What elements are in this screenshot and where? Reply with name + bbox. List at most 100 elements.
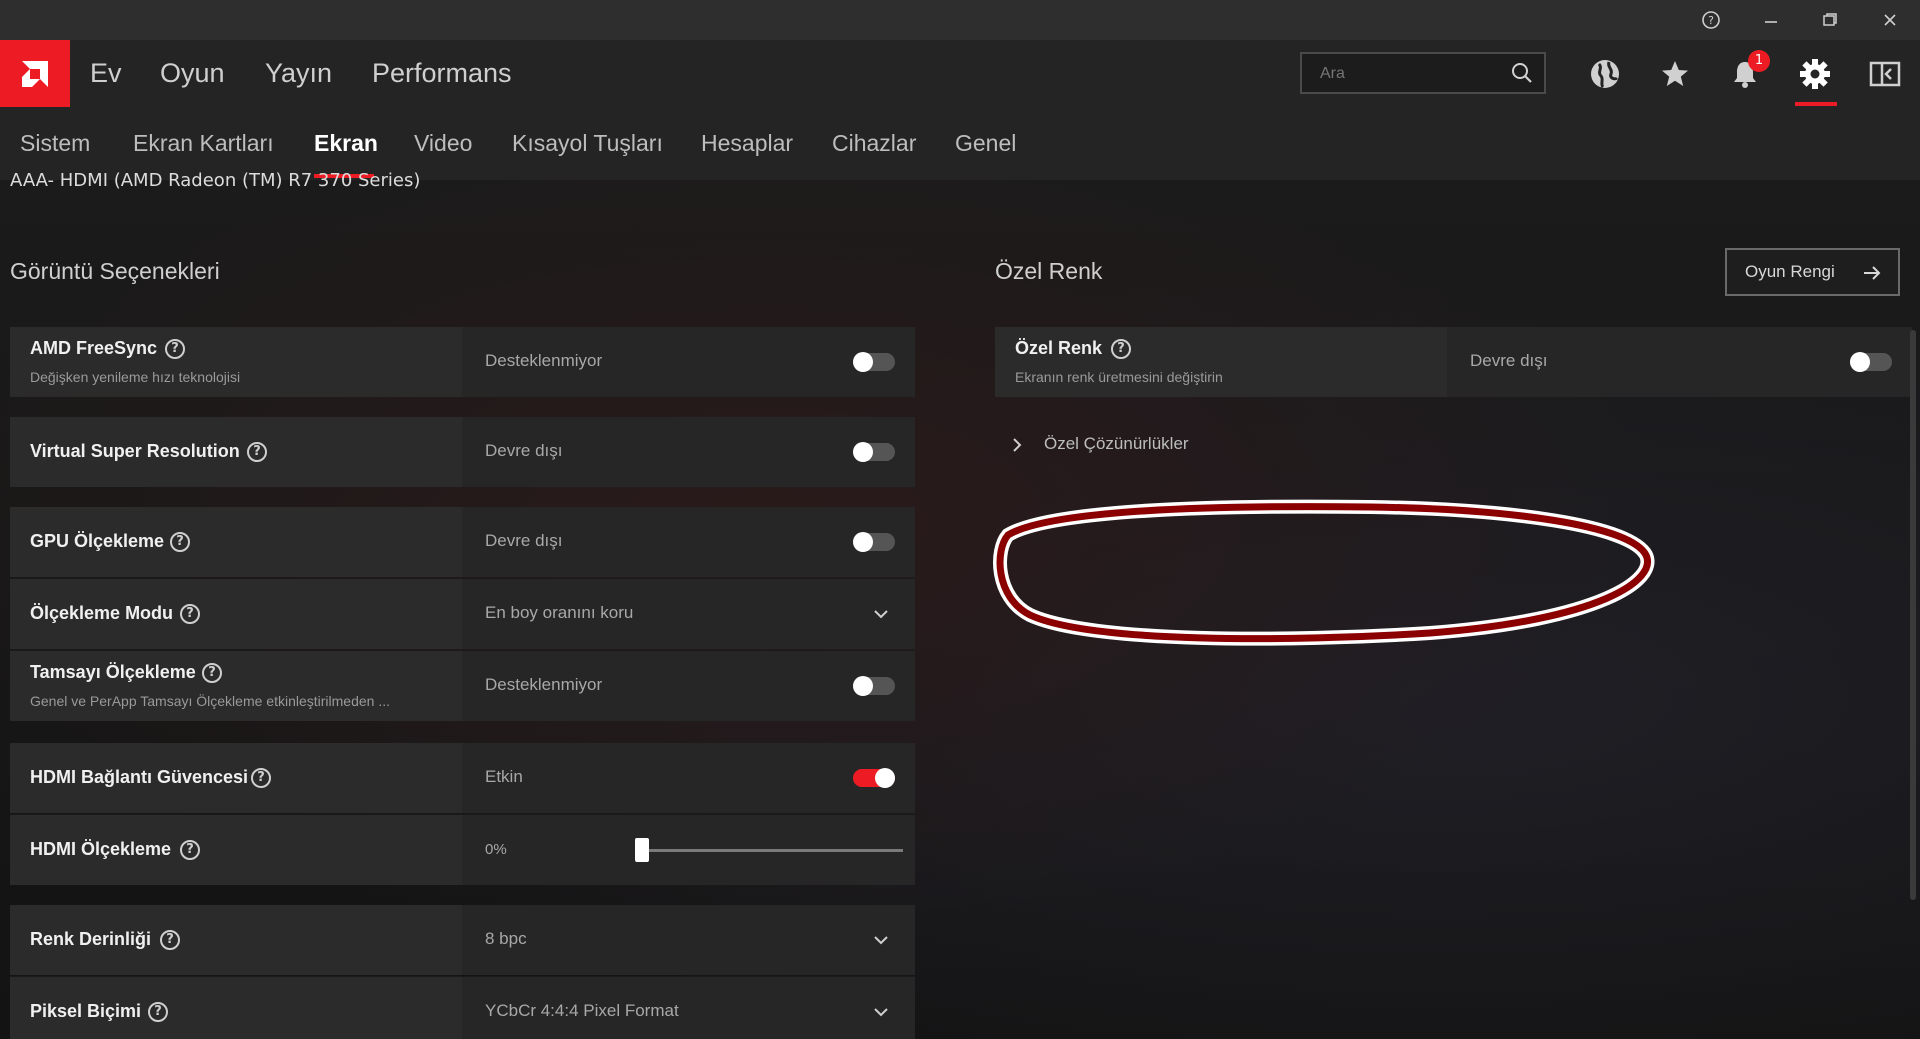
setting-title: GPU Ölçekleme <box>30 531 165 551</box>
toggle-switch[interactable] <box>853 442 895 462</box>
setting-label: Piksel Biçimi ? <box>10 977 462 1039</box>
sidebar-icon[interactable] <box>1865 54 1905 94</box>
annotation-ellipse <box>993 499 1655 646</box>
help-icon[interactable]: ? <box>202 663 222 683</box>
setting-title: Renk Derinliği <box>30 929 152 949</box>
setting-value: Devre dışı <box>485 531 563 550</box>
help-icon[interactable]: ? <box>1686 0 1736 40</box>
help-icon[interactable]: ? <box>180 840 200 860</box>
setting-title: AMD FreeSync <box>30 338 158 358</box>
setting-title: HDMI Bağlantı Güvencesi <box>30 767 249 787</box>
setting-label: AMD FreeSync ? Değişken yenileme hızı te… <box>10 327 462 397</box>
restore-icon[interactable] <box>1805 0 1855 40</box>
dropdown-value[interactable]: En boy oranını koru <box>485 603 633 623</box>
setting-title: Özel Renk <box>1015 338 1103 358</box>
chevron-down-icon[interactable] <box>872 605 890 627</box>
help-icon[interactable]: ? <box>160 930 180 950</box>
top-navigation: Ev Oyun Yayın Performans <box>0 40 1920 107</box>
arrow-right-icon <box>1864 266 1881 280</box>
notification-badge: 1 <box>1748 50 1770 72</box>
setting-value: Etkin <box>485 767 523 786</box>
help-icon[interactable]: ? <box>165 339 185 359</box>
setting-label: GPU Ölçekleme ? <box>10 507 462 577</box>
setting-title: HDMI Ölçekleme <box>30 839 172 859</box>
svg-text:?: ? <box>1708 14 1714 27</box>
help-icon[interactable]: ? <box>247 442 267 462</box>
slider-track[interactable] <box>635 849 903 852</box>
setting-title: Ölçekleme Modu <box>30 603 174 623</box>
device-name: AAA- HDMI (AMD Radeon (TM) R7 370 Series… <box>10 170 421 191</box>
section-title-custom-color: Özel Renk <box>995 258 1103 284</box>
scrollbar[interactable] <box>1910 330 1916 900</box>
nav-yayin[interactable]: Yayın <box>265 40 332 107</box>
setting-label: HDMI Ölçekleme ? <box>10 815 462 885</box>
slider-value: 0% <box>485 841 507 858</box>
setting-value: Desteklenmiyor <box>485 351 603 370</box>
chevron-down-icon[interactable] <box>872 1003 890 1025</box>
tab-cihazlar[interactable]: Cihazlar <box>832 107 916 180</box>
help-icon[interactable]: ? <box>170 532 190 552</box>
close-icon[interactable] <box>1865 0 1915 40</box>
chevron-down-icon[interactable] <box>872 931 890 953</box>
help-icon[interactable]: ? <box>251 768 271 788</box>
setting-label: Ölçekleme Modu ? <box>10 579 462 649</box>
setting-subtitle: Ekranın renk üretmesini değiştirin <box>1015 369 1223 385</box>
tab-kisayol-tuslari[interactable]: Kısayol Tuşları <box>512 107 663 180</box>
setting-row-scaling-mode: Ölçekleme Modu ? En boy oranını koru <box>10 579 915 649</box>
setting-row-custom-color: Özel Renk ? Ekranın renk üretmesini deği… <box>995 327 1912 397</box>
help-icon[interactable]: ? <box>1111 339 1131 359</box>
setting-row-freesync: AMD FreeSync ? Değişken yenileme hızı te… <box>10 327 915 397</box>
active-settings-indicator <box>1795 102 1837 106</box>
nav-ev[interactable]: Ev <box>90 40 122 107</box>
globe-icon[interactable] <box>1585 54 1625 94</box>
setting-row-hdmi-link-assurance: HDMI Bağlantı Güvencesi ? Etkin <box>10 743 915 813</box>
dropdown-value[interactable]: YCbCr 4:4:4 Pixel Format <box>485 1001 679 1021</box>
button-label: Oyun Rengi <box>1745 262 1835 281</box>
toggle-switch[interactable] <box>1850 352 1892 372</box>
setting-value: Devre dışı <box>485 441 563 460</box>
dropdown-value[interactable]: 8 bpc <box>485 929 527 949</box>
setting-value: Devre dışı <box>1470 351 1548 370</box>
search-input[interactable] <box>1302 54 1522 94</box>
setting-label: HDMI Bağlantı Güvencesi ? <box>10 743 462 813</box>
setting-row-color-depth: Renk Derinliği ? 8 bpc <box>10 905 915 975</box>
toggle-switch[interactable] <box>853 532 895 552</box>
setting-subtitle: Değişken yenileme hızı teknolojisi <box>30 369 241 385</box>
amd-logo[interactable] <box>0 40 70 107</box>
tab-video[interactable]: Video <box>414 107 472 180</box>
title-bar: ? <box>0 0 1920 40</box>
tab-genel[interactable]: Genel <box>955 107 1016 180</box>
setting-row-pixel-format: Piksel Biçimi ? YCbCr 4:4:4 Pixel Format <box>10 977 915 1039</box>
setting-row-integer-scaling: Tamsayı Ölçekleme ? Genel ve PerApp Tams… <box>10 651 915 721</box>
toggle-switch[interactable] <box>853 352 895 372</box>
setting-label: Renk Derinliği ? <box>10 905 462 975</box>
setting-row-gpu-scaling: GPU Ölçekleme ? Devre dışı <box>10 507 915 577</box>
setting-subtitle: Genel ve PerApp Tamsayı Ölçekleme etkinl… <box>30 693 391 709</box>
expander-label: Özel Çözünürlükler <box>1044 434 1189 453</box>
tab-hesaplar[interactable]: Hesaplar <box>701 107 793 180</box>
minimize-icon[interactable] <box>1746 0 1796 40</box>
star-icon[interactable] <box>1655 54 1695 94</box>
setting-label: Virtual Super Resolution ? <box>10 417 462 487</box>
help-icon[interactable]: ? <box>180 604 200 624</box>
setting-label: Tamsayı Ölçekleme ? Genel ve PerApp Tams… <box>10 651 462 721</box>
setting-title: Piksel Biçimi <box>30 1001 142 1021</box>
search-box[interactable] <box>1300 52 1546 94</box>
help-icon[interactable]: ? <box>148 1002 168 1022</box>
section-title-display-options: Görüntü Seçenekleri <box>10 258 220 284</box>
game-color-button[interactable]: Oyun Rengi <box>1725 248 1900 296</box>
setting-title: Virtual Super Resolution <box>30 441 240 461</box>
toggle-switch[interactable] <box>853 768 895 788</box>
setting-value: Desteklenmiyor <box>485 675 603 694</box>
setting-row-vsr: Virtual Super Resolution ? Devre dışı <box>10 417 915 487</box>
search-icon[interactable] <box>1510 61 1534 89</box>
nav-oyun[interactable]: Oyun <box>160 40 225 107</box>
chevron-right-icon <box>1013 438 1022 452</box>
setting-row-hdmi-scaling: HDMI Ölçekleme ? 0% <box>10 815 915 885</box>
toggle-switch[interactable] <box>853 676 895 696</box>
setting-title: Tamsayı Ölçekleme <box>30 662 196 682</box>
slider-thumb[interactable] <box>635 838 649 862</box>
nav-performans[interactable]: Performans <box>372 40 512 107</box>
gear-icon[interactable] <box>1795 54 1835 94</box>
setting-label: Özel Renk ? Ekranın renk üretmesini deği… <box>995 327 1447 397</box>
